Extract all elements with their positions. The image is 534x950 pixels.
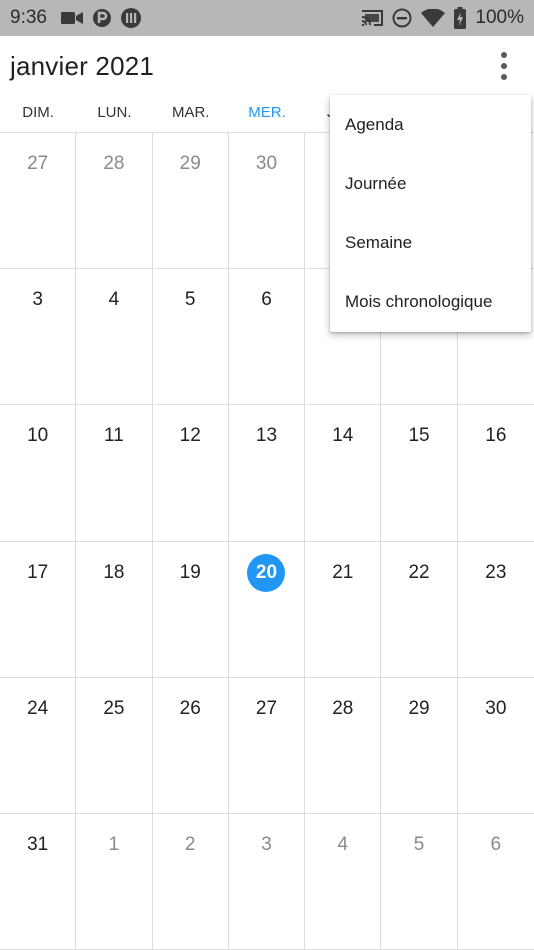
day-cell[interactable]: 3 xyxy=(228,813,306,950)
day-cell[interactable]: 10 xyxy=(0,405,77,542)
day-cell[interactable]: 28 xyxy=(76,133,153,270)
day-cell[interactable]: 19 xyxy=(152,541,229,678)
overflow-dot xyxy=(501,74,507,80)
month-title[interactable]: janvier 2021 xyxy=(10,51,154,82)
weekday-label: LUN. xyxy=(97,104,132,121)
day-number: 14 xyxy=(332,425,354,447)
menu-item-day[interactable]: Journée xyxy=(330,154,531,213)
day-number: 6 xyxy=(261,289,272,311)
status-time: 9:36 xyxy=(10,7,47,28)
day-number: 28 xyxy=(332,697,354,719)
day-number: 24 xyxy=(27,697,49,719)
day-cell[interactable]: 12 xyxy=(152,405,229,542)
day-cell[interactable]: 15 xyxy=(381,405,458,542)
view-menu: Agenda Journée Semaine Mois chronologiqu… xyxy=(330,95,531,332)
day-cell[interactable]: 25 xyxy=(76,677,153,814)
day-cell[interactable]: 30 xyxy=(457,678,534,814)
day-cell[interactable]: 21 xyxy=(305,541,382,678)
day-cell[interactable]: 27 xyxy=(0,133,77,270)
day-cell[interactable]: 6 xyxy=(228,269,306,406)
day-number: 30 xyxy=(255,153,278,174)
overflow-dot xyxy=(501,63,507,69)
day-cell[interactable]: 13 xyxy=(228,405,306,542)
day-number: 2 xyxy=(184,833,196,855)
day-number: 28 xyxy=(103,153,125,174)
day-number: 1 xyxy=(108,833,120,855)
day-cell[interactable]: 5 xyxy=(152,269,229,406)
day-cell[interactable]: 18 xyxy=(76,541,153,678)
day-number: 12 xyxy=(179,425,201,447)
day-cell[interactable]: 28 xyxy=(305,677,382,814)
weekday-label: MAR. xyxy=(171,104,210,121)
day-cell[interactable]: 3 xyxy=(0,269,77,406)
day-cell[interactable]: 4 xyxy=(305,813,382,950)
day-number: 16 xyxy=(485,425,507,447)
overflow-dot xyxy=(501,52,507,58)
menu-item-agenda[interactable]: Agenda xyxy=(330,95,531,154)
day-cell[interactable]: 29 xyxy=(381,677,458,814)
day-number: 25 xyxy=(103,697,125,719)
menu-item-chronological-month[interactable]: Mois chronologique xyxy=(330,272,531,331)
day-cell[interactable]: 6 xyxy=(457,814,534,950)
day-number: 5 xyxy=(184,289,196,311)
day-number: 13 xyxy=(255,425,278,447)
day-number: 4 xyxy=(108,289,120,311)
day-cell[interactable]: 17 xyxy=(0,541,77,678)
battery-charging-icon xyxy=(454,7,467,29)
day-cell[interactable]: 26 xyxy=(152,677,229,814)
video-camera-icon xyxy=(60,11,83,25)
day-cell[interactable]: 16 xyxy=(457,405,534,542)
wifi-icon xyxy=(421,9,446,27)
battery-percentage: 100% xyxy=(475,7,524,28)
pushbullet-p-icon xyxy=(92,8,111,28)
day-cell-today[interactable]: 20 xyxy=(228,541,306,678)
day-cell[interactable]: 22 xyxy=(381,541,458,678)
weekday-label: MER. xyxy=(248,104,286,121)
day-number: 22 xyxy=(408,561,430,583)
day-cell[interactable]: 30 xyxy=(228,133,306,270)
day-number: 17 xyxy=(27,561,49,583)
notification-icons xyxy=(60,8,141,28)
day-number: 29 xyxy=(179,153,201,174)
day-number: 11 xyxy=(104,425,124,447)
day-number: 15 xyxy=(408,425,430,447)
day-number: 6 xyxy=(490,833,502,855)
day-cell[interactable]: 23 xyxy=(457,542,534,678)
day-number: 18 xyxy=(103,561,125,583)
day-cell[interactable]: 29 xyxy=(152,133,229,270)
app-bar: janvier 2021 xyxy=(0,36,534,96)
day-number: 29 xyxy=(408,697,430,719)
do-not-disturb-icon xyxy=(392,8,412,28)
day-number: 3 xyxy=(32,289,43,311)
day-number: 31 xyxy=(27,833,49,855)
day-cell[interactable]: 27 xyxy=(228,677,306,814)
day-number: 5 xyxy=(413,833,425,855)
day-number: 4 xyxy=(337,833,349,855)
day-cell[interactable]: 4 xyxy=(76,269,153,406)
day-number: 21 xyxy=(332,561,354,583)
day-number: 23 xyxy=(485,561,507,583)
day-cell[interactable]: 5 xyxy=(381,813,458,950)
day-number: 19 xyxy=(179,561,201,583)
more-vert-icon[interactable] xyxy=(490,50,518,82)
menu-item-week[interactable]: Semaine xyxy=(330,213,531,272)
day-number: 30 xyxy=(485,697,507,719)
day-cell[interactable]: 2 xyxy=(152,813,229,950)
cast-icon xyxy=(361,9,384,27)
today-date-badge: 20 xyxy=(247,553,286,592)
day-cell[interactable]: 11 xyxy=(76,405,153,542)
day-cell[interactable]: 24 xyxy=(0,677,77,814)
day-number: 26 xyxy=(179,697,201,719)
system-icons: 100% xyxy=(361,7,524,29)
day-number: 3 xyxy=(261,833,272,855)
day-cell[interactable]: 1 xyxy=(76,813,153,950)
day-number: 10 xyxy=(27,425,49,447)
weekday-label: DIM. xyxy=(22,104,54,121)
day-number: 27 xyxy=(255,697,278,719)
app-bars-icon xyxy=(120,8,141,28)
day-cell[interactable]: 31 xyxy=(0,813,77,950)
status-bar: 9:36 100% xyxy=(0,0,534,36)
day-cell[interactable]: 14 xyxy=(305,405,382,542)
day-number: 27 xyxy=(27,153,49,174)
